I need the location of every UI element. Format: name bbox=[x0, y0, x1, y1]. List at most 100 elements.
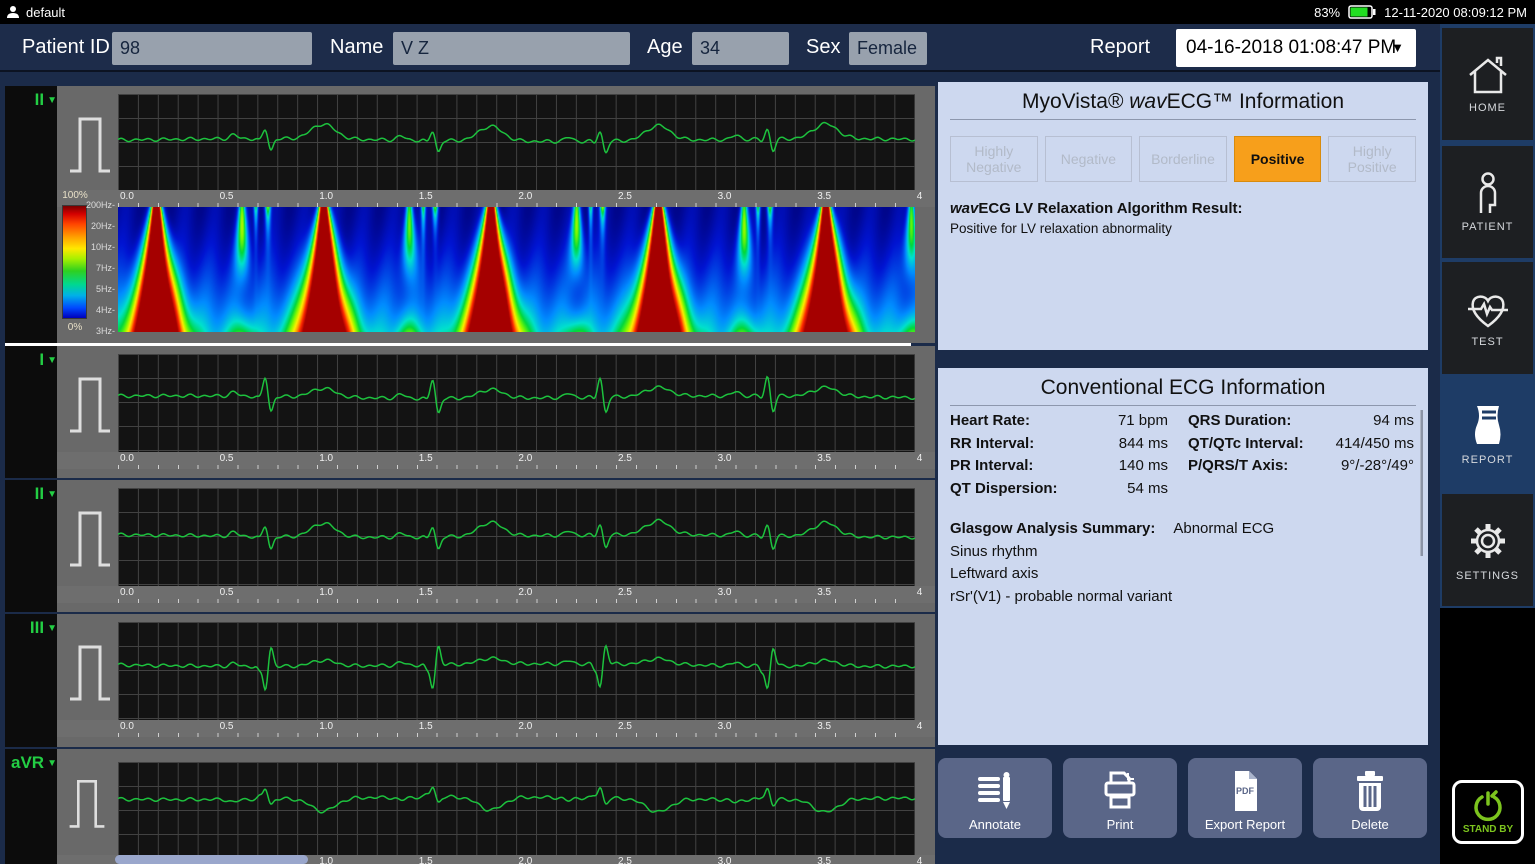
wavecg-info-panel: MyoVista® wavECG™ Information Highly Neg… bbox=[938, 82, 1428, 350]
metric-label: QRS Duration: bbox=[1188, 412, 1291, 429]
patient-id-label: Patient ID bbox=[22, 36, 110, 59]
axis-tick-label: 3.5 bbox=[817, 453, 831, 464]
algorithm-result-label: wavECG LV Relaxation Algorithm Result: bbox=[950, 200, 1416, 217]
metric-value: 54 ms bbox=[1127, 480, 1168, 497]
svg-text:PDF: PDF bbox=[1236, 786, 1255, 796]
classification-highly-negative[interactable]: Highly Negative bbox=[950, 136, 1038, 182]
freq-tick: 5Hz- bbox=[83, 284, 115, 294]
status-bar: default 83% 12-11-2020 08:09:12 PM bbox=[0, 0, 1535, 24]
time-axis: 0.00.51.01.52.02.53.03.54 bbox=[57, 190, 935, 207]
chevron-down-icon: ▼ bbox=[47, 623, 57, 634]
axis-tick-label: 2.0 bbox=[518, 856, 532, 864]
axis-tick-label: 1.5 bbox=[419, 856, 433, 864]
ecg-panel: 0.00.51.01.52.02.53.03.54 bbox=[57, 749, 935, 864]
calibration-pulse-icon bbox=[67, 641, 113, 703]
metric-label: QT/QTc Interval: bbox=[1188, 435, 1304, 452]
finding-line: Leftward axis bbox=[950, 565, 1038, 582]
chevron-down-icon: ▼ bbox=[47, 95, 57, 106]
axis-tick-label: 2.5 bbox=[618, 721, 632, 732]
sidebar-nav: HOME PATIENT TEST REPORT bbox=[1440, 24, 1535, 864]
sidebar-item-report[interactable]: REPORT bbox=[1442, 378, 1533, 490]
chevron-down-icon: ▼ bbox=[47, 489, 57, 500]
axis-tick-label: 2.5 bbox=[618, 453, 632, 464]
metric-row: P/QRS/T Axis:9°/-28°/49° bbox=[1188, 457, 1414, 480]
axis-tick-label: 0.5 bbox=[220, 191, 234, 202]
ecg-plot bbox=[118, 488, 915, 586]
ecg-row-lead-aVR: aVR▼ 0.00.51.01.52.02.53.03.54 bbox=[5, 749, 935, 864]
conventional-ecg-panel: Conventional ECG Information Heart Rate:… bbox=[938, 368, 1428, 745]
freq-tick: 20Hz- bbox=[83, 221, 115, 231]
age-field[interactable]: 34 bbox=[692, 32, 789, 65]
sidebar-item-home[interactable]: HOME bbox=[1442, 28, 1533, 140]
metric-value: 9°/-28°/49° bbox=[1341, 457, 1414, 474]
classification-negative[interactable]: Negative bbox=[1045, 136, 1133, 182]
axis-tick-label: 1.0 bbox=[319, 453, 333, 464]
axis-tick-label: 0.5 bbox=[220, 721, 234, 732]
lead-selector[interactable]: aVR▼ bbox=[5, 749, 57, 864]
ecg-plot bbox=[118, 354, 915, 452]
lead-selector[interactable]: II▼ bbox=[5, 480, 57, 612]
ecg-plot bbox=[118, 94, 915, 190]
lead-selector[interactable]: I▼ bbox=[5, 346, 57, 478]
ecg-trace bbox=[118, 488, 915, 586]
horizontal-scrollbar[interactable] bbox=[115, 855, 308, 864]
patient-id-field[interactable]: 98 bbox=[112, 32, 312, 65]
annotate-button[interactable]: Annotate bbox=[938, 758, 1052, 838]
sidebar-item-settings[interactable]: SETTINGS bbox=[1442, 494, 1533, 606]
sidebar-item-patient[interactable]: PATIENT bbox=[1442, 146, 1533, 258]
calibration-pulse-icon bbox=[67, 113, 113, 175]
axis-tick-label: 1.5 bbox=[419, 453, 433, 464]
metric-label: Heart Rate: bbox=[950, 412, 1030, 429]
axis-tick-label: 1.5 bbox=[419, 587, 433, 598]
ecg-panel: 0.00.51.01.52.02.53.03.54 bbox=[57, 614, 935, 747]
export-report-button[interactable]: PDF Export Report bbox=[1188, 758, 1302, 838]
ecg-row-rhythm: II▼ 0.00.51.01.52.02.53.03.54 100% 0% 20… bbox=[5, 86, 935, 343]
axis-tick-label: 4 bbox=[917, 453, 923, 464]
standby-button[interactable]: STAND BY bbox=[1452, 780, 1524, 844]
ecg-row-lead-III: III▼ 0.00.51.01.52.02.53.03.54 bbox=[5, 614, 935, 747]
patient-icon bbox=[1465, 171, 1511, 215]
freq-tick: 4Hz- bbox=[83, 305, 115, 315]
vertical-scrollbar[interactable] bbox=[1420, 410, 1423, 556]
name-field[interactable]: V Z bbox=[393, 32, 630, 65]
axis-tick-label: 3.0 bbox=[718, 721, 732, 732]
axis-tick-label: 3.0 bbox=[718, 856, 732, 864]
axis-tick-label: 3.0 bbox=[718, 453, 732, 464]
axis-tick-label: 1.0 bbox=[319, 856, 333, 864]
sidebar-item-test[interactable]: TEST bbox=[1442, 262, 1533, 374]
time-axis: 0.00.51.01.52.02.53.03.54 bbox=[57, 586, 935, 603]
home-icon bbox=[1465, 54, 1511, 96]
print-button[interactable]: Print bbox=[1063, 758, 1177, 838]
delete-button[interactable]: Delete bbox=[1313, 758, 1427, 838]
report-dropdown[interactable]: 04-16-2018 01:08:47 PM ▼ bbox=[1176, 29, 1416, 67]
classification-highly-positive[interactable]: Highly Positive bbox=[1328, 136, 1416, 182]
metric-label: RR Interval: bbox=[950, 435, 1034, 452]
axis-tick-label: 3.0 bbox=[718, 191, 732, 202]
gear-icon bbox=[1465, 518, 1511, 564]
axis-tick-label: 2.5 bbox=[618, 191, 632, 202]
axis-tick-label: 0.0 bbox=[120, 453, 134, 464]
ecg-panel: 0.00.51.01.52.02.53.03.54 bbox=[57, 346, 935, 478]
sex-field[interactable]: Female bbox=[849, 32, 927, 65]
classification-borderline[interactable]: Borderline bbox=[1139, 136, 1227, 182]
freq-tick: 7Hz- bbox=[83, 263, 115, 273]
classification-positive[interactable]: Positive bbox=[1234, 136, 1322, 182]
conventional-panel-title: Conventional ECG Information bbox=[938, 368, 1428, 400]
lead-selector[interactable]: III▼ bbox=[5, 614, 57, 747]
sex-label: Sex bbox=[806, 36, 840, 59]
myovista-app: default 83% 12-11-2020 08:09:12 PM Patie… bbox=[0, 0, 1535, 864]
trash-icon bbox=[1347, 769, 1393, 813]
ecg-trace bbox=[118, 94, 915, 190]
metric-label: PR Interval: bbox=[950, 457, 1033, 474]
metric-value: 140 ms bbox=[1119, 457, 1168, 474]
calibration-pulse-icon bbox=[67, 507, 113, 569]
lead-selector[interactable]: II▼ bbox=[5, 86, 57, 343]
metric-row: Heart Rate: 71 bpm bbox=[950, 412, 1168, 435]
print-icon bbox=[1097, 769, 1143, 813]
metric-row: QRS Duration:94 ms bbox=[1188, 412, 1414, 435]
chevron-down-icon: ▼ bbox=[47, 758, 57, 769]
metrics-column-left: Heart Rate:71 bpmRR Interval:844 msPR In… bbox=[950, 412, 1168, 502]
glasgow-summary: Glasgow Analysis Summary:Abnormal ECG bbox=[950, 520, 1274, 537]
axis-tick-label: 0.0 bbox=[120, 587, 134, 598]
metric-value: 71 bpm bbox=[1118, 412, 1168, 429]
